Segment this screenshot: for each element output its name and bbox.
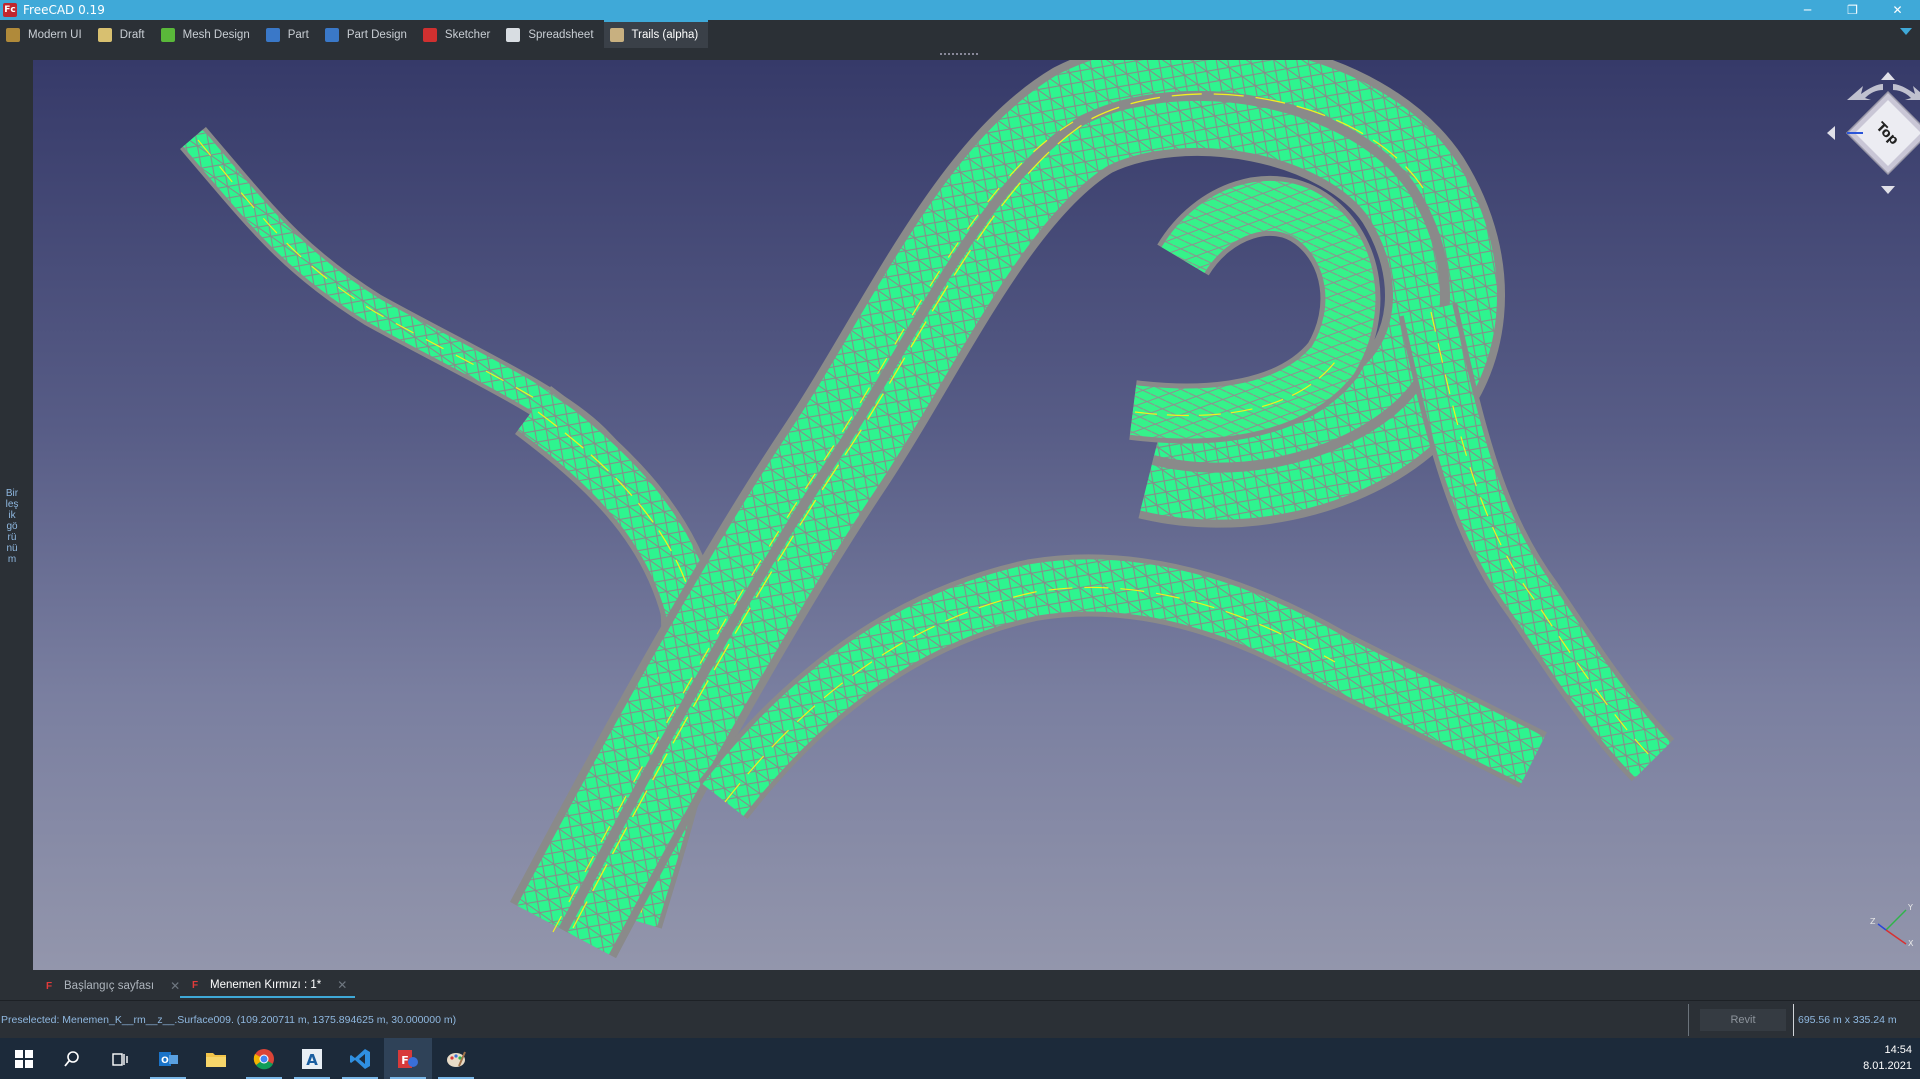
tab-start-page[interactable]: F Başlangıç sayfası ✕ (34, 974, 188, 998)
tab-label: Spreadsheet (528, 29, 594, 41)
taskbar-chrome[interactable] (240, 1038, 288, 1079)
clock-time: 14:54 (1884, 1044, 1912, 1056)
restore-button[interactable]: ❐ (1830, 0, 1875, 20)
status-divider (1688, 1004, 1689, 1036)
task-view-icon (112, 1052, 128, 1066)
autocad-icon: A (302, 1048, 322, 1069)
svg-text:A: A (306, 1051, 318, 1069)
freecad-app-icon: Fc (3, 3, 17, 17)
search-icon (64, 1050, 79, 1067)
folder-icon (206, 1052, 226, 1067)
combo-view-label[interactable]: Birleşik görünüm (5, 488, 19, 565)
tab-label: Menemen Kırmızı : 1* (210, 979, 322, 991)
tab-label: Sketcher (444, 29, 491, 41)
workbench-tab-bar: Modern UI Draft Mesh Design Part Part De… (0, 20, 1920, 48)
tab-mesh-design[interactable]: Mesh Design (155, 20, 260, 48)
road-main-loop (509, 60, 1505, 959)
tab-label: Trails (alpha) (631, 29, 699, 41)
tab-label: Draft (119, 29, 145, 41)
window-title: FreeCAD 0.19 (23, 3, 105, 17)
z-axis-label: Z (1870, 917, 1876, 926)
part-icon (265, 28, 280, 42)
chrome-icon (253, 1048, 274, 1069)
spreadsheet-icon (506, 28, 521, 42)
minimize-button[interactable]: ─ (1785, 0, 1830, 20)
taskbar-autocad[interactable]: A (288, 1038, 336, 1079)
axis-cross-gizmo: Y X Z (1870, 903, 1914, 948)
pan-down-arrow-icon[interactable] (1881, 186, 1895, 194)
mesh-design-icon (160, 28, 175, 42)
freecad-doc-icon: F (45, 980, 53, 992)
preselection-status: Preselected: Menemen_K__rm__z__.Surface0… (1, 1014, 457, 1026)
close-tab-icon[interactable]: ✕ (337, 978, 347, 992)
taskbar-freecad[interactable]: F (384, 1038, 432, 1079)
sketcher-icon (422, 28, 437, 42)
tab-label: Modern UI (28, 29, 82, 41)
freecad-doc-icon: F (191, 979, 199, 991)
view-dimensions: 695.56 m x 335.24 m (1798, 1014, 1897, 1026)
taskbar-file-explorer[interactable] (192, 1038, 240, 1079)
tab-label: Mesh Design (182, 29, 250, 41)
x-axis-label: X (1908, 939, 1914, 948)
navigation-style-button[interactable]: Revit (1700, 1009, 1786, 1031)
tab-label: Part (287, 29, 309, 41)
system-clock[interactable]: 14:54 8.01.2021 (1863, 1042, 1912, 1074)
tab-modern-ui[interactable]: Modern UI (0, 20, 92, 48)
windows-start-button[interactable] (0, 1038, 48, 1079)
taskbar-outlook[interactable]: O (144, 1038, 192, 1079)
pan-up-arrow-icon[interactable] (1881, 72, 1895, 80)
tab-menemen-document[interactable]: F Menemen Kırmızı : 1* ✕ (180, 974, 356, 998)
tab-sketcher[interactable]: Sketcher (417, 20, 500, 48)
tab-draft[interactable]: Draft (92, 20, 155, 48)
part-design-icon (324, 28, 339, 42)
tab-spreadsheet[interactable]: Spreadsheet (500, 20, 603, 48)
combo-view-dock[interactable]: Birleşik görünüm (0, 60, 33, 970)
taskbar-paint[interactable] (432, 1038, 480, 1079)
paint-palette-icon (447, 1051, 466, 1067)
rotate-left-arrow-icon[interactable] (1847, 84, 1883, 100)
tab-overflow-chevron-icon[interactable] (1900, 28, 1912, 35)
search-button[interactable] (48, 1038, 96, 1079)
status-divider (1793, 1004, 1794, 1036)
freecad-icon: F (398, 1049, 418, 1068)
window-controls: ─ ❐ ✕ (1785, 0, 1920, 20)
y-axis-label: Y (1907, 903, 1913, 912)
navigation-cube[interactable]: Top (1823, 68, 1920, 198)
status-bar: Preselected: Menemen_K__rm__z__.Surface0… (0, 1000, 1920, 1038)
close-button[interactable]: ✕ (1875, 0, 1920, 20)
outlook-icon: O (159, 1051, 178, 1066)
vscode-icon (350, 1048, 370, 1069)
tab-part-design[interactable]: Part Design (319, 20, 417, 48)
pan-left-arrow-icon[interactable] (1827, 126, 1835, 140)
toolbar-grip-handle[interactable] (940, 53, 978, 56)
draft-icon (97, 28, 112, 42)
title-bar: Fc FreeCAD 0.19 ─ ❐ ✕ (0, 0, 1920, 20)
road-south-ramp (698, 554, 1547, 820)
document-tab-bar: F Başlangıç sayfası ✕ F Menemen Kırmızı … (0, 970, 1920, 1000)
tab-part[interactable]: Part (260, 20, 319, 48)
task-view-button[interactable] (96, 1038, 144, 1079)
windows-logo-icon (15, 1049, 33, 1068)
clock-date: 8.01.2021 (1863, 1060, 1912, 1072)
svg-text:F: F (401, 1054, 409, 1067)
tab-label: Part Design (346, 29, 407, 41)
3d-viewport[interactable]: Top Y X Z (33, 60, 1920, 970)
taskbar-vscode[interactable] (336, 1038, 384, 1079)
rotate-right-arrow-icon[interactable] (1893, 84, 1920, 100)
road-mesh-model[interactable] (33, 60, 1920, 970)
tab-trails[interactable]: Trails (alpha) (603, 20, 709, 48)
tab-label: Başlangıç sayfası (64, 980, 155, 992)
modern-ui-icon (6, 28, 20, 42)
close-tab-icon[interactable]: ✕ (170, 979, 180, 993)
trails-icon (609, 28, 624, 42)
svg-text:O: O (161, 1056, 169, 1066)
windows-taskbar: O A F 14:54 8.01.2021 (0, 1038, 1920, 1079)
